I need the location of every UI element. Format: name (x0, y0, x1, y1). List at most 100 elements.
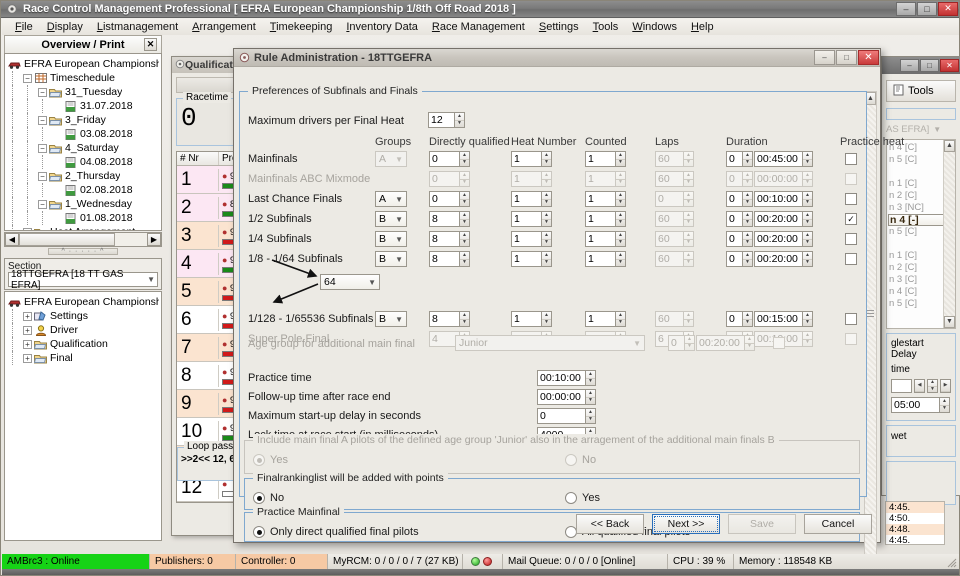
right-combo[interactable]: AS EFRA] ▼ (886, 124, 956, 135)
row-practice-heat-checkbox[interactable] (845, 253, 857, 265)
row-group-select[interactable]: B▼ (375, 211, 407, 227)
row-heat-number-spinner[interactable]: 1▲▼ (511, 231, 552, 247)
tree-expander-icon[interactable]: − (38, 116, 47, 125)
row-heat-number-spinner[interactable]: 1▲▼ (511, 191, 552, 207)
row-heat-number-spinner[interactable]: 1▲▼ (511, 171, 552, 187)
tree-expander-icon[interactable]: + (23, 326, 32, 335)
row-laps-spinner[interactable]: 60▲▼ (655, 311, 694, 327)
row-duration-num-spinner[interactable]: 0▲▼ (726, 211, 753, 227)
tree-node[interactable]: −31_Tuesday (8, 85, 159, 99)
dialog-minimize-button[interactable]: – (814, 50, 835, 65)
radio-option[interactable]: No (565, 454, 596, 466)
heat-list-scrollbar[interactable]: ▲ ▼ (943, 140, 955, 328)
menu-item-arrangement[interactable]: Arrangement (185, 20, 263, 34)
tree-node[interactable]: +Driver (8, 323, 159, 337)
row-duration-num-spinner[interactable]: 0▲▼ (726, 231, 753, 247)
tree-expander-icon[interactable]: − (38, 144, 47, 153)
row-practice-heat-checkbox[interactable] (845, 233, 857, 245)
row-counted-spinner[interactable]: 1▲▼ (585, 311, 626, 327)
menu-item-settings[interactable]: Settings (532, 20, 586, 34)
menu-item-inventory-data[interactable]: Inventory Data (339, 20, 425, 34)
row-heat-number-spinner[interactable]: 1▲▼ (511, 311, 552, 327)
tree-node[interactable]: 03.08.2018 (8, 127, 159, 141)
age-practice-checkbox[interactable] (773, 337, 785, 349)
row-duration-time-spinner[interactable]: 00:45:00▲▼ (754, 151, 813, 167)
scroll-right-icon[interactable]: ▶ (147, 233, 161, 246)
row-group-select[interactable]: A▼ (375, 191, 407, 207)
row-counted-spinner[interactable]: 1▲▼ (585, 231, 626, 247)
start-delay-controls[interactable]: ◀ ▲▼ ▶ (891, 379, 951, 393)
heat-list[interactable]: n 4 [C]n 5 [C]n 1 [C]n 2 [C]n 3 [NC]n 4 … (886, 139, 956, 329)
tree-node[interactable]: −2_Thursday (8, 169, 159, 183)
row-duration-num-spinner[interactable]: 0▲▼ (726, 251, 753, 267)
right-close-button[interactable]: ✕ (940, 59, 959, 72)
row-laps-spinner[interactable]: 0▲▼ (655, 191, 694, 207)
row-group-select[interactable]: B▼ (375, 251, 407, 267)
right-minimize-button[interactable]: – (900, 59, 919, 72)
tree-horizontal-scrollbar[interactable]: ◀ ▶ (4, 232, 162, 247)
lap-times-list[interactable]: 4:45.4:50.4:48.4:45. (885, 501, 945, 545)
tree-expander-icon[interactable]: − (38, 200, 47, 209)
row-counted-spinner[interactable]: 1▲▼ (585, 251, 626, 267)
row-duration-time-spinner[interactable]: 00:00:00▲▼ (754, 171, 813, 187)
subfinal-count-select[interactable]: 64 ▼ (320, 274, 380, 290)
menu-item-help[interactable]: Help (684, 20, 721, 34)
scroll-up-icon[interactable]: ▲ (944, 140, 955, 152)
timeschedule-tree[interactable]: EFRA European Championship 1/8t−Timesche… (5, 54, 161, 231)
scroll-thumb[interactable] (19, 233, 115, 246)
scroll-down-icon[interactable]: ▼ (944, 316, 955, 328)
dialog-maximize-button[interactable]: □ (836, 50, 857, 65)
age-duration-spinner[interactable]: 0 ▲▼ (668, 335, 695, 351)
tree-node[interactable]: 02.08.2018 (8, 183, 159, 197)
tree-expander-icon[interactable]: − (38, 172, 47, 181)
tree-expander-icon[interactable]: + (23, 354, 32, 363)
panel-splitter[interactable]: ^ · · · · · ^ (48, 248, 118, 255)
tab-overview-print[interactable]: Overview / Print ✕ (4, 35, 162, 53)
row-directly-qualified-spinner[interactable]: 0▲▼ (429, 171, 470, 187)
radio-button-icon[interactable] (253, 454, 265, 466)
tree-node[interactable]: +Final (8, 351, 159, 365)
delay-arrow-left[interactable]: ◀ (914, 379, 925, 393)
field-spinner[interactable]: 00:10:00▲▼ (537, 370, 596, 386)
row-duration-time-spinner[interactable]: 00:20:00▲▼ (754, 231, 813, 247)
row-laps-spinner[interactable]: 60▲▼ (655, 251, 694, 267)
dialog-close-button[interactable]: ✕ (858, 50, 879, 65)
radio-button-icon[interactable] (253, 492, 265, 504)
radio-option[interactable]: Yes (565, 492, 600, 504)
row-duration-time-spinner[interactable]: 00:15:00▲▼ (754, 311, 813, 327)
tree-node[interactable]: +Qualification (8, 337, 159, 351)
tree-node[interactable]: EFRA European Championship 1/8t (8, 57, 159, 71)
row-laps-spinner[interactable]: 60▲▼ (655, 171, 694, 187)
menu-item-tools[interactable]: Tools (586, 20, 626, 34)
age-duration-time-spinner[interactable]: 00:20:00 ▲▼ (696, 335, 755, 351)
row-directly-qualified-spinner[interactable]: 0▲▼ (429, 191, 470, 207)
tree-node[interactable]: 04.08.2018 (8, 155, 159, 169)
menu-item-windows[interactable]: Windows (625, 20, 684, 34)
radio-button-icon[interactable] (565, 454, 577, 466)
row-group-select[interactable]: B▼ (375, 231, 407, 247)
row-duration-time-spinner[interactable]: 00:20:00▲▼ (754, 251, 813, 267)
row-group-select[interactable]: A▼ (375, 151, 407, 167)
row-directly-qualified-spinner[interactable]: 8▲▼ (429, 251, 470, 267)
menu-item-file[interactable]: File (8, 20, 40, 34)
tree-node[interactable]: 01.08.2018 (8, 211, 159, 225)
tools-button[interactable]: Tools (886, 80, 956, 102)
minimize-button[interactable]: – (896, 2, 916, 16)
row-duration-num-spinner[interactable]: 0▲▼ (726, 191, 753, 207)
menu-item-race-management[interactable]: Race Management (425, 20, 532, 34)
row-practice-heat-checkbox[interactable] (845, 313, 857, 325)
row-duration-num-spinner[interactable]: 0▲▼ (726, 311, 753, 327)
row-group-select[interactable]: B▼ (375, 311, 407, 327)
close-button[interactable]: ✕ (938, 2, 958, 16)
field-spinner[interactable]: 0▲▼ (537, 408, 596, 424)
row-directly-qualified-spinner[interactable]: 8▲▼ (429, 211, 470, 227)
row-counted-spinner[interactable]: 1▲▼ (585, 171, 626, 187)
radio-button-icon[interactable] (565, 492, 577, 504)
menu-item-listmanagement[interactable]: Listmanagement (90, 20, 185, 34)
age-group-select[interactable]: Junior ▼ (455, 335, 645, 351)
row-laps-spinner[interactable]: 60▲▼ (655, 151, 694, 167)
row-practice-heat-checkbox[interactable] (845, 193, 857, 205)
maximize-button[interactable]: □ (917, 2, 937, 16)
row-laps-spinner[interactable]: 60▲▼ (655, 231, 694, 247)
row-practice-heat-checkbox[interactable] (845, 153, 857, 165)
